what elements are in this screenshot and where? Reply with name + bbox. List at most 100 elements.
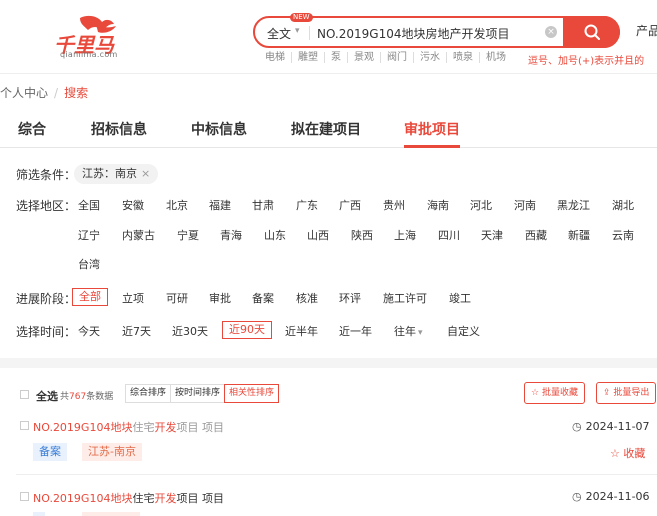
hot-tag[interactable]: 泵	[325, 52, 348, 63]
tab-approval-projects[interactable]: 审批项目	[404, 119, 460, 139]
tab-award-info[interactable]: 中标信息	[191, 119, 247, 139]
batch-favorite-button[interactable]: ☆ 批量收藏	[524, 382, 585, 404]
hot-search-tags: 电梯 雕塑 泵 景观 阀门 污水 喷泉 机场	[265, 52, 512, 63]
region-option[interactable]: 台湾	[78, 256, 100, 272]
row-checkbox[interactable]	[20, 492, 29, 501]
result-date: ◷ 2024-11-06	[572, 490, 650, 503]
chevron-down-icon[interactable]: ▾	[295, 26, 300, 36]
close-icon[interactable]: ×	[141, 167, 150, 180]
sort-time-button[interactable]: 按时间排序	[171, 385, 226, 402]
region-option[interactable]: 四川	[438, 227, 460, 243]
time-option[interactable]: 自定义	[447, 323, 480, 339]
top-header: 千里马 qianlima.com 全文 ▾ NEW NO.2019G104地块房…	[0, 0, 657, 74]
stage-option[interactable]: 施工许可	[383, 290, 427, 306]
stage-badge: 备案	[33, 443, 67, 461]
tab-bidding-info[interactable]: 招标信息	[91, 119, 147, 139]
time-option[interactable]: 近一年	[339, 323, 372, 339]
region-badge-partial	[82, 512, 140, 516]
chevron-down-icon: ▾	[418, 328, 423, 338]
filter-chip[interactable]: 江苏：南京 ×	[74, 164, 159, 184]
hot-tag[interactable]: 雕塑	[292, 52, 325, 63]
title-text: 住宅	[132, 492, 155, 505]
region-option[interactable]: 山东	[264, 227, 286, 243]
search-button[interactable]	[563, 16, 620, 48]
total-number: 767	[69, 392, 87, 402]
filter-condition-label: 筛选条件：	[16, 168, 77, 182]
batch-export-label: 批量导出	[613, 388, 650, 398]
region-option[interactable]: 全国	[78, 197, 100, 213]
search-hint: 逗号、加号(+)表示并且的	[528, 56, 645, 67]
region-option[interactable]: 云南	[612, 227, 634, 243]
region-option[interactable]: 新疆	[568, 227, 590, 243]
region-option[interactable]: 安徽	[122, 197, 144, 213]
breadcrumb: 个人中心 / 搜索	[0, 84, 88, 101]
region-option[interactable]: 河南	[514, 197, 536, 213]
stage-option[interactable]: 环评	[339, 290, 361, 306]
result-date-value: 2024-11-06	[585, 490, 650, 503]
region-option[interactable]: 福建	[209, 197, 231, 213]
clock-icon: ◷	[572, 420, 582, 433]
hot-tag[interactable]: 景观	[348, 52, 381, 63]
region-option[interactable]: 内蒙古	[122, 227, 155, 243]
time-option-past-years[interactable]: 往年 ▾	[394, 323, 423, 339]
hot-tag[interactable]: 机场	[480, 52, 512, 63]
hot-tag[interactable]: 污水	[414, 52, 447, 63]
time-option[interactable]: 近30天	[172, 323, 208, 339]
region-option[interactable]: 北京	[166, 197, 188, 213]
region-option[interactable]: 天津	[481, 227, 503, 243]
breadcrumb-current: 搜索	[64, 86, 89, 100]
region-option[interactable]: 青海	[220, 227, 242, 243]
title-text: 项目 项目	[176, 492, 224, 505]
search-input[interactable]: NO.2019G104地块房地产开发项目	[317, 25, 510, 42]
sort-relevance-button[interactable]: 相关性排序	[224, 384, 280, 403]
stage-option[interactable]: 立项	[122, 290, 144, 306]
region-option[interactable]: 宁夏	[177, 227, 199, 243]
product-link[interactable]: 产品	[636, 22, 657, 39]
select-all-label[interactable]: 全选	[36, 388, 58, 404]
time-option[interactable]: 今天	[78, 323, 100, 339]
stage-option[interactable]: 备案	[252, 290, 274, 306]
tab-comprehensive[interactable]: 综合	[18, 119, 46, 139]
region-option[interactable]: 海南	[427, 197, 449, 213]
region-option[interactable]: 湖北	[612, 197, 634, 213]
hot-tag[interactable]: 阀门	[381, 52, 414, 63]
stage-option[interactable]: 竣工	[449, 290, 471, 306]
hot-tag[interactable]: 喷泉	[447, 52, 480, 63]
filter-chip-label: 江苏：南京	[82, 167, 137, 180]
region-label: 选择地区：	[16, 199, 77, 213]
row-checkbox[interactable]	[20, 421, 29, 430]
result-title-link[interactable]: NO.2019G104地块住宅开发项目 项目	[33, 490, 224, 506]
region-option[interactable]: 广东	[296, 197, 318, 213]
title-text: 住宅	[132, 421, 155, 434]
region-option[interactable]: 黑龙江	[557, 197, 590, 213]
region-option[interactable]: 贵州	[383, 197, 405, 213]
clock-icon: ◷	[572, 490, 582, 503]
region-option[interactable]: 甘肃	[252, 197, 274, 213]
region-option[interactable]: 陕西	[351, 227, 373, 243]
stage-option[interactable]: 可研	[166, 290, 188, 306]
stage-option-active[interactable]: 全部	[72, 288, 108, 306]
active-tab-underline	[404, 145, 460, 148]
time-option[interactable]: 近7天	[122, 323, 151, 339]
region-option[interactable]: 西藏	[525, 227, 547, 243]
hot-tag[interactable]: 电梯	[265, 52, 292, 63]
stage-option[interactable]: 审批	[209, 290, 231, 306]
search-scope-select[interactable]: 全文	[267, 25, 291, 42]
time-option[interactable]: 近半年	[285, 323, 318, 339]
region-option[interactable]: 辽宁	[78, 227, 100, 243]
batch-export-button[interactable]: ⇪ 批量导出	[596, 382, 657, 404]
region-option[interactable]: 山西	[307, 227, 329, 243]
favorite-button[interactable]: ☆ 收藏	[610, 445, 645, 461]
region-option[interactable]: 上海	[394, 227, 416, 243]
stage-option[interactable]: 核准	[296, 290, 318, 306]
result-title-link[interactable]: NO.2019G104地块住宅开发项目 项目	[33, 419, 224, 435]
sort-comprehensive-button[interactable]: 综合排序	[126, 385, 172, 402]
region-option[interactable]: 广西	[339, 197, 361, 213]
tab-proposed-projects[interactable]: 拟在建项目	[291, 119, 361, 139]
breadcrumb-parent[interactable]: 个人中心	[0, 86, 48, 100]
stage-label: 进展阶段：	[16, 292, 77, 306]
time-option-active[interactable]: 近90天	[222, 321, 272, 339]
region-option[interactable]: 河北	[470, 197, 492, 213]
clear-icon[interactable]: ×	[545, 26, 557, 38]
select-all-checkbox[interactable]	[20, 390, 29, 399]
